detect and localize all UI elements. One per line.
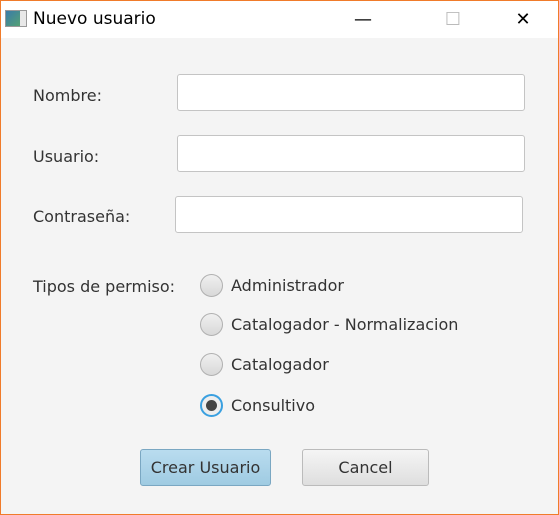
window-title: Nuevo usuario bbox=[33, 9, 156, 29]
password-label: Contraseña: bbox=[33, 207, 131, 226]
app-icon bbox=[5, 10, 27, 27]
radio-circle[interactable] bbox=[200, 274, 223, 297]
maximize-button[interactable]: ☐ bbox=[430, 1, 476, 38]
dialog-window: Nuevo usuario — ☐ ✕ Nombre: Usuario: Con… bbox=[0, 0, 559, 515]
usuario-input[interactable] bbox=[177, 135, 525, 172]
nombre-label: Nombre: bbox=[33, 86, 102, 105]
password-input[interactable] bbox=[175, 196, 523, 233]
permisos-label: Tipos de permiso: bbox=[33, 277, 176, 296]
radio-circle[interactable] bbox=[200, 313, 223, 336]
radio-label: Administrador bbox=[231, 276, 344, 295]
radio-catalogador-normalizacion[interactable]: Catalogador - Normalizacion bbox=[200, 313, 458, 336]
cancel-button[interactable]: Cancel bbox=[302, 449, 429, 486]
radio-administrador[interactable]: Administrador bbox=[200, 274, 344, 297]
minimize-button[interactable]: — bbox=[340, 1, 386, 38]
create-user-button[interactable]: Crear Usuario bbox=[140, 449, 271, 486]
nombre-input[interactable] bbox=[177, 74, 525, 111]
radio-circle[interactable] bbox=[200, 353, 223, 376]
radio-label: Consultivo bbox=[231, 396, 315, 415]
radio-consultivo[interactable]: Consultivo bbox=[200, 394, 315, 417]
usuario-label: Usuario: bbox=[33, 147, 100, 166]
title-bar: Nuevo usuario — ☐ ✕ bbox=[1, 1, 558, 38]
radio-label: Catalogador - Normalizacion bbox=[231, 315, 459, 334]
radio-catalogador[interactable]: Catalogador bbox=[200, 353, 329, 376]
radio-circle-selected[interactable] bbox=[200, 394, 223, 417]
radio-label: Catalogador bbox=[231, 355, 329, 374]
close-button[interactable]: ✕ bbox=[500, 1, 546, 38]
